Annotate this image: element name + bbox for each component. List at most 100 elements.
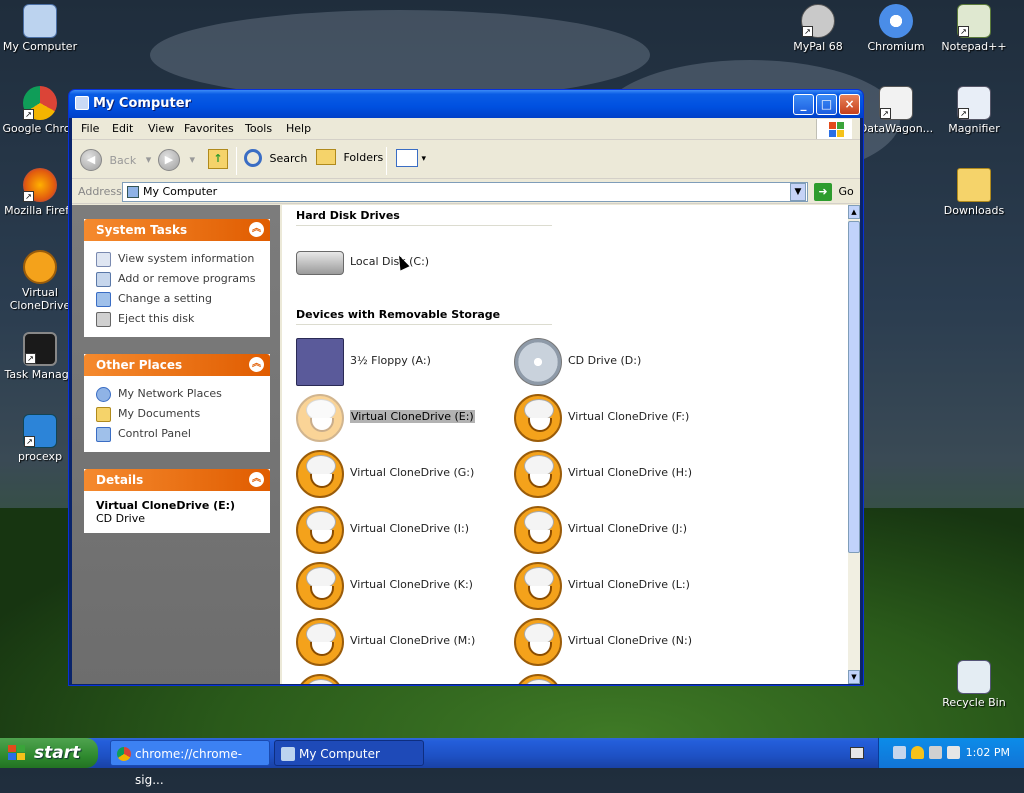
clonedrive-sheep-icon — [296, 450, 344, 498]
place-my-network-places[interactable]: My Network Places — [96, 384, 258, 404]
add-remove-programs-icon — [96, 272, 111, 287]
desktop-icon-label: Virtual CloneDrive — [9, 286, 71, 312]
menu-view[interactable]: View — [148, 122, 174, 135]
scroll-up-icon[interactable]: ▲ — [848, 205, 860, 219]
title-bar[interactable]: My Computer _ □ × — [69, 90, 863, 118]
drive-clonedrive-f[interactable]: Virtual CloneDrive (F:) — [514, 394, 724, 442]
drive-cd-d[interactable]: CD Drive (D:) — [514, 338, 724, 386]
keyboard-icon[interactable] — [850, 747, 864, 759]
desktop-icon-recycle-bin[interactable]: Recycle Bin — [934, 660, 1014, 709]
menu-tools[interactable]: Tools — [245, 122, 272, 135]
drive-clonedrive-h[interactable]: Virtual CloneDrive (H:) — [514, 450, 724, 498]
other-places-header[interactable]: Other Places ︽ — [84, 354, 270, 376]
taskbar-button-label: chrome://chrome-sig... — [135, 747, 243, 787]
my-computer-window: My Computer _ □ × File Edit View Favorit… — [68, 89, 864, 686]
task-label: Eject this disk — [118, 312, 195, 325]
task-add-remove-programs[interactable]: Add or remove programs — [96, 269, 258, 289]
system-tasks-header[interactable]: System Tasks ︽ — [84, 219, 270, 241]
scroll-thumb[interactable] — [848, 221, 860, 553]
forward-dropdown-icon[interactable]: ▾ — [190, 153, 196, 166]
address-input[interactable]: My Computer — [122, 182, 808, 202]
my-computer-icon — [281, 747, 295, 761]
window-title: My Computer — [93, 96, 191, 111]
folder-icon — [957, 168, 991, 202]
safely-remove-icon[interactable] — [929, 746, 942, 759]
my-computer-icon — [75, 96, 89, 110]
folders-button[interactable]: Folders — [316, 149, 383, 173]
volume-icon[interactable] — [947, 746, 960, 759]
drive-clonedrive-partial[interactable] — [514, 674, 724, 684]
toolbar: ◀ Back ▾ ▶ ▾ ↑ Search Folders ▾ — [72, 141, 860, 179]
desktop-icon-my-computer[interactable]: My Computer — [0, 4, 80, 53]
collapse-chevron-icon[interactable]: ︽ — [249, 222, 264, 237]
drive-clonedrive-m[interactable]: Virtual CloneDrive (M:) — [296, 618, 506, 666]
task-view-system-information[interactable]: View system information — [96, 249, 258, 269]
details-header[interactable]: Details ︽ — [84, 469, 270, 491]
forward-button[interactable]: ▶ ▾ — [158, 149, 195, 173]
taskbar-button-my-computer[interactable]: My Computer — [274, 740, 424, 766]
taskbar-button-chrome[interactable]: chrome://chrome-sig... — [110, 740, 270, 787]
windows-logo-icon — [816, 119, 852, 139]
scroll-down-icon[interactable]: ▼ — [848, 670, 860, 684]
desktop-icon-mypal[interactable]: ↗ MyPal 68 — [778, 4, 858, 53]
desktop-icon-label: Magnifier — [948, 122, 1000, 135]
menu-bar: File Edit View Favorites Tools Help — [72, 118, 860, 140]
views-dropdown-icon: ▾ — [421, 154, 427, 164]
control-panel-icon — [96, 292, 111, 307]
details-item-type: CD Drive — [96, 512, 145, 525]
go-button[interactable]: ➜ Go — [814, 183, 856, 201]
collapse-chevron-icon[interactable]: ︽ — [249, 357, 264, 372]
start-button[interactable]: start — [0, 738, 98, 768]
network-places-icon — [96, 387, 111, 402]
drive-label: Virtual CloneDrive (I:) — [350, 522, 470, 535]
menu-favorites[interactable]: Favorites — [184, 122, 234, 135]
clonedrive-sheep-icon — [514, 394, 562, 442]
drive-clonedrive-k[interactable]: Virtual CloneDrive (K:) — [296, 562, 506, 610]
up-folder-icon: ↑ — [208, 149, 228, 169]
drive-clonedrive-l[interactable]: Virtual CloneDrive (L:) — [514, 562, 724, 610]
drive-label: 3½ Floppy (A:) — [350, 354, 431, 367]
drive-clonedrive-e[interactable]: Virtual CloneDrive (E:) — [296, 394, 506, 442]
task-change-setting[interactable]: Change a setting — [96, 289, 258, 309]
desktop-icon-label: procexp — [17, 450, 63, 463]
windows-flag-icon — [8, 745, 25, 760]
desktop-icon-datawagon[interactable]: ↗ DataWagon... — [856, 86, 936, 135]
collapse-chevron-icon[interactable]: ︽ — [249, 472, 264, 487]
place-my-documents[interactable]: My Documents — [96, 404, 258, 424]
menu-edit[interactable]: Edit — [112, 122, 133, 135]
drive-clonedrive-j[interactable]: Virtual CloneDrive (J:) — [514, 506, 724, 554]
search-button[interactable]: Search — [244, 149, 307, 173]
views-button[interactable]: ▾ — [396, 149, 426, 173]
menu-file[interactable]: File — [81, 122, 99, 135]
desktop-icon-magnifier[interactable]: ↗ Magnifier — [934, 86, 1014, 135]
maximize-button[interactable]: □ — [816, 94, 837, 115]
minimize-button[interactable]: _ — [793, 94, 814, 115]
drive-label: Virtual CloneDrive (J:) — [568, 522, 688, 535]
address-dropdown-icon[interactable]: ▼ — [790, 183, 806, 201]
desktop-icon-notepadpp[interactable]: ↗ Notepad++ — [934, 4, 1014, 53]
drive-floppy-a[interactable]: 3½ Floppy (A:) — [296, 338, 506, 386]
up-folder-button[interactable]: ↑ — [208, 149, 228, 173]
security-shield-icon[interactable] — [911, 746, 924, 759]
place-control-panel[interactable]: Control Panel — [96, 424, 258, 444]
drive-clonedrive-i[interactable]: Virtual CloneDrive (I:) — [296, 506, 506, 554]
back-button[interactable]: ◀ Back ▾ — [80, 149, 151, 173]
desktop-icon-chromium[interactable]: Chromium — [856, 4, 936, 53]
hard-disk-drives-header: Hard Disk Drives — [296, 209, 552, 226]
close-button[interactable]: × — [839, 94, 860, 115]
sky-cloud — [150, 10, 650, 100]
back-dropdown-icon[interactable]: ▾ — [146, 153, 152, 166]
drive-clonedrive-n[interactable]: Virtual CloneDrive (N:) — [514, 618, 724, 666]
clock[interactable]: 1:02 PM — [966, 746, 1010, 759]
drive-clonedrive-g[interactable]: Virtual CloneDrive (G:) — [296, 450, 506, 498]
clonedrive-sheep-icon — [514, 618, 562, 666]
menu-help[interactable]: Help — [286, 122, 311, 135]
drive-clonedrive-partial[interactable] — [296, 674, 506, 684]
vertical-scrollbar[interactable]: ▲ ▼ — [848, 205, 860, 684]
desktop-icon-downloads[interactable]: Downloads — [934, 168, 1014, 217]
task-eject-disk[interactable]: Eject this disk — [96, 309, 258, 329]
network-tray-icon[interactable] — [893, 746, 906, 759]
desktop-icon-label: DataWagon... — [858, 122, 934, 135]
hard-disk-icon — [296, 251, 344, 275]
toolbar-separator — [386, 147, 387, 175]
